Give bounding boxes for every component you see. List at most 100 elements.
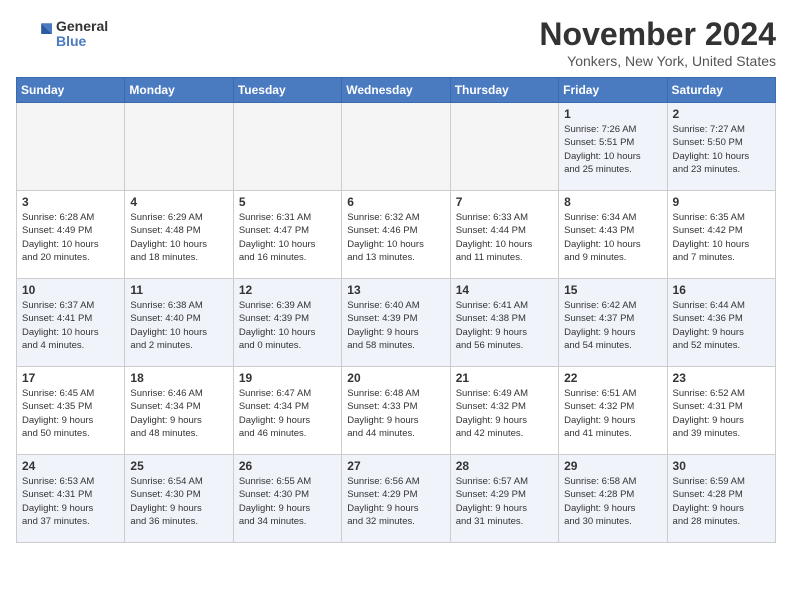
calendar-cell: 25 Sunrise: 6:54 AM Sunset: 4:30 PM Dayli… bbox=[125, 455, 233, 543]
calendar-cell: 11 Sunrise: 6:38 AM Sunset: 4:40 PM Dayli… bbox=[125, 279, 233, 367]
title-block: November 2024 Yonkers, New York, United … bbox=[539, 16, 776, 69]
day-number: 26 bbox=[239, 459, 336, 473]
day-number: 9 bbox=[673, 195, 770, 209]
day-number: 23 bbox=[673, 371, 770, 385]
day-detail: Sunrise: 6:54 AM Sunset: 4:30 PM Dayligh… bbox=[130, 475, 227, 528]
weekday-header-saturday: Saturday bbox=[667, 78, 775, 103]
calendar-cell: 14Sunrise: 6:41 AM Sunset: 4:38 PM Dayli… bbox=[450, 279, 558, 367]
calendar-cell: 20 Sunrise: 6:48 AM Sunset: 4:33 PM Dayli… bbox=[342, 367, 450, 455]
weekday-header-sunday: Sunday bbox=[17, 78, 125, 103]
day-detail: Sunrise: 6:46 AM Sunset: 4:34 PM Dayligh… bbox=[130, 387, 227, 440]
calendar-cell: 1 Sunrise: 7:26 AM Sunset: 5:51 PM Daylig… bbox=[559, 103, 667, 191]
weekday-header-friday: Friday bbox=[559, 78, 667, 103]
day-number: 18 bbox=[130, 371, 227, 385]
day-detail: Sunrise: 6:57 AM Sunset: 4:29 PM Dayligh… bbox=[456, 475, 553, 528]
day-number: 16 bbox=[673, 283, 770, 297]
week-row-0: 1 Sunrise: 7:26 AM Sunset: 5:51 PM Daylig… bbox=[17, 103, 776, 191]
calendar-cell: 21 Sunrise: 6:49 AM Sunset: 4:32 PM Dayli… bbox=[450, 367, 558, 455]
day-number: 24 bbox=[22, 459, 119, 473]
day-detail: Sunrise: 6:34 AM Sunset: 4:43 PM Dayligh… bbox=[564, 211, 661, 264]
day-detail: Sunrise: 6:44 AM Sunset: 4:36 PM Dayligh… bbox=[673, 299, 770, 352]
calendar-cell: 13Sunrise: 6:40 AM Sunset: 4:39 PM Dayli… bbox=[342, 279, 450, 367]
day-detail: Sunrise: 6:47 AM Sunset: 4:34 PM Dayligh… bbox=[239, 387, 336, 440]
calendar-cell: 18 Sunrise: 6:46 AM Sunset: 4:34 PM Dayli… bbox=[125, 367, 233, 455]
calendar-header: SundayMondayTuesdayWednesdayThursdayFrid… bbox=[17, 78, 776, 103]
calendar-cell: 8 Sunrise: 6:34 AM Sunset: 4:43 PM Daylig… bbox=[559, 191, 667, 279]
logo-blue: Blue bbox=[56, 34, 108, 49]
calendar-cell: 26 Sunrise: 6:55 AM Sunset: 4:30 PM Dayli… bbox=[233, 455, 341, 543]
calendar-cell: 19 Sunrise: 6:47 AM Sunset: 4:34 PM Dayli… bbox=[233, 367, 341, 455]
calendar-cell: 15Sunrise: 6:42 AM Sunset: 4:37 PM Dayli… bbox=[559, 279, 667, 367]
day-number: 1 bbox=[564, 107, 661, 121]
day-number: 6 bbox=[347, 195, 444, 209]
day-number: 13 bbox=[347, 283, 444, 297]
calendar-cell: 10Sunrise: 6:37 AM Sunset: 4:41 PM Dayli… bbox=[17, 279, 125, 367]
day-detail: Sunrise: 7:27 AM Sunset: 5:50 PM Dayligh… bbox=[673, 123, 770, 176]
day-number: 8 bbox=[564, 195, 661, 209]
calendar-cell: 9 Sunrise: 6:35 AM Sunset: 4:42 PM Daylig… bbox=[667, 191, 775, 279]
calendar-cell: 5Sunrise: 6:31 AM Sunset: 4:47 PM Daylig… bbox=[233, 191, 341, 279]
weekday-header-thursday: Thursday bbox=[450, 78, 558, 103]
day-detail: Sunrise: 6:56 AM Sunset: 4:29 PM Dayligh… bbox=[347, 475, 444, 528]
logo-icon bbox=[16, 16, 52, 52]
calendar-cell bbox=[125, 103, 233, 191]
week-row-4: 24 Sunrise: 6:53 AM Sunset: 4:31 PM Dayli… bbox=[17, 455, 776, 543]
calendar-cell: 4Sunrise: 6:29 AM Sunset: 4:48 PM Daylig… bbox=[125, 191, 233, 279]
calendar: SundayMondayTuesdayWednesdayThursdayFrid… bbox=[16, 77, 776, 543]
day-detail: Sunrise: 6:48 AM Sunset: 4:33 PM Dayligh… bbox=[347, 387, 444, 440]
day-detail: Sunrise: 6:55 AM Sunset: 4:30 PM Dayligh… bbox=[239, 475, 336, 528]
day-number: 22 bbox=[564, 371, 661, 385]
calendar-cell: 24 Sunrise: 6:53 AM Sunset: 4:31 PM Dayli… bbox=[17, 455, 125, 543]
day-detail: Sunrise: 6:52 AM Sunset: 4:31 PM Dayligh… bbox=[673, 387, 770, 440]
calendar-cell: 27 Sunrise: 6:56 AM Sunset: 4:29 PM Dayli… bbox=[342, 455, 450, 543]
weekday-header-wednesday: Wednesday bbox=[342, 78, 450, 103]
week-row-2: 10Sunrise: 6:37 AM Sunset: 4:41 PM Dayli… bbox=[17, 279, 776, 367]
day-number: 29 bbox=[564, 459, 661, 473]
day-number: 3 bbox=[22, 195, 119, 209]
day-number: 25 bbox=[130, 459, 227, 473]
day-number: 17 bbox=[22, 371, 119, 385]
day-number: 10 bbox=[22, 283, 119, 297]
week-row-1: 3 Sunrise: 6:28 AM Sunset: 4:49 PM Daylig… bbox=[17, 191, 776, 279]
calendar-cell: 2 Sunrise: 7:27 AM Sunset: 5:50 PM Daylig… bbox=[667, 103, 775, 191]
day-detail: Sunrise: 6:35 AM Sunset: 4:42 PM Dayligh… bbox=[673, 211, 770, 264]
day-number: 2 bbox=[673, 107, 770, 121]
day-detail: Sunrise: 6:49 AM Sunset: 4:32 PM Dayligh… bbox=[456, 387, 553, 440]
calendar-cell: 3 Sunrise: 6:28 AM Sunset: 4:49 PM Daylig… bbox=[17, 191, 125, 279]
logo: General Blue bbox=[16, 16, 108, 52]
calendar-cell bbox=[233, 103, 341, 191]
calendar-cell: 7 Sunrise: 6:33 AM Sunset: 4:44 PM Daylig… bbox=[450, 191, 558, 279]
day-number: 21 bbox=[456, 371, 553, 385]
day-number: 5 bbox=[239, 195, 336, 209]
calendar-cell: 12Sunrise: 6:39 AM Sunset: 4:39 PM Dayli… bbox=[233, 279, 341, 367]
day-detail: Sunrise: 6:33 AM Sunset: 4:44 PM Dayligh… bbox=[456, 211, 553, 264]
day-detail: Sunrise: 7:26 AM Sunset: 5:51 PM Dayligh… bbox=[564, 123, 661, 176]
day-detail: Sunrise: 6:39 AM Sunset: 4:39 PM Dayligh… bbox=[239, 299, 336, 352]
day-number: 20 bbox=[347, 371, 444, 385]
day-detail: Sunrise: 6:28 AM Sunset: 4:49 PM Dayligh… bbox=[22, 211, 119, 264]
calendar-cell bbox=[342, 103, 450, 191]
day-detail: Sunrise: 6:41 AM Sunset: 4:38 PM Dayligh… bbox=[456, 299, 553, 352]
weekday-header-monday: Monday bbox=[125, 78, 233, 103]
calendar-body: 1 Sunrise: 7:26 AM Sunset: 5:51 PM Daylig… bbox=[17, 103, 776, 543]
calendar-cell: 28 Sunrise: 6:57 AM Sunset: 4:29 PM Dayli… bbox=[450, 455, 558, 543]
location: Yonkers, New York, United States bbox=[539, 53, 776, 69]
day-number: 19 bbox=[239, 371, 336, 385]
day-detail: Sunrise: 6:53 AM Sunset: 4:31 PM Dayligh… bbox=[22, 475, 119, 528]
logo-text: General Blue bbox=[56, 19, 108, 50]
day-number: 11 bbox=[130, 283, 227, 297]
day-number: 28 bbox=[456, 459, 553, 473]
calendar-cell: 30Sunrise: 6:59 AM Sunset: 4:28 PM Dayli… bbox=[667, 455, 775, 543]
calendar-cell: 23 Sunrise: 6:52 AM Sunset: 4:31 PM Dayli… bbox=[667, 367, 775, 455]
calendar-cell: 16 Sunrise: 6:44 AM Sunset: 4:36 PM Dayli… bbox=[667, 279, 775, 367]
day-number: 15 bbox=[564, 283, 661, 297]
calendar-cell: 17 Sunrise: 6:45 AM Sunset: 4:35 PM Dayli… bbox=[17, 367, 125, 455]
day-detail: Sunrise: 6:45 AM Sunset: 4:35 PM Dayligh… bbox=[22, 387, 119, 440]
day-detail: Sunrise: 6:38 AM Sunset: 4:40 PM Dayligh… bbox=[130, 299, 227, 352]
day-number: 7 bbox=[456, 195, 553, 209]
calendar-cell bbox=[450, 103, 558, 191]
calendar-cell: 22Sunrise: 6:51 AM Sunset: 4:32 PM Dayli… bbox=[559, 367, 667, 455]
weekday-header-row: SundayMondayTuesdayWednesdayThursdayFrid… bbox=[17, 78, 776, 103]
header: General Blue November 2024 Yonkers, New … bbox=[16, 16, 776, 69]
day-number: 27 bbox=[347, 459, 444, 473]
